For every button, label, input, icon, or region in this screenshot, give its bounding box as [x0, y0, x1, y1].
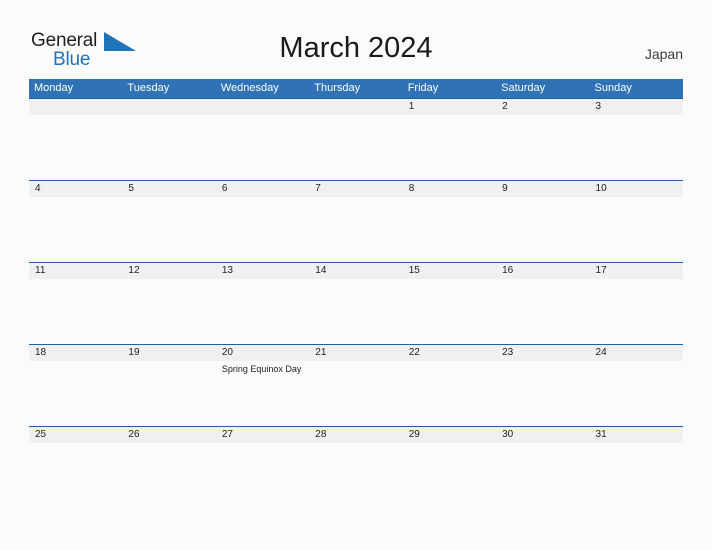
day-number-22[interactable]: 22 — [403, 345, 496, 361]
day-number-24[interactable]: 24 — [590, 345, 683, 361]
day-number-26[interactable]: 26 — [122, 427, 215, 443]
day-cell-empty — [590, 279, 683, 344]
day-cell-empty — [122, 361, 215, 426]
day-number-1[interactable]: 1 — [403, 99, 496, 115]
calendar-weeks: 1 2 3 4 5 6 7 8 9 10 11 12 13 14 15 16 17 18 19 20 21 22 23 24 S… — [29, 98, 683, 508]
day-number-empty — [216, 99, 309, 115]
day-number-9[interactable]: 9 — [496, 181, 589, 197]
page-header: General Blue March 2024 Japan — [0, 0, 712, 79]
day-number-13[interactable]: 13 — [216, 263, 309, 279]
day-cell-empty — [403, 443, 496, 508]
day-number-3[interactable]: 3 — [590, 99, 683, 115]
day-number-empty — [29, 99, 122, 115]
day-number-14[interactable]: 14 — [309, 263, 402, 279]
day-number-18[interactable]: 18 — [29, 345, 122, 361]
day-cell-empty — [496, 197, 589, 262]
day-cell-empty — [309, 443, 402, 508]
day-number-30[interactable]: 30 — [496, 427, 589, 443]
day-number-8[interactable]: 8 — [403, 181, 496, 197]
day-cell-empty — [590, 443, 683, 508]
weekday-header-thursday: Thursday — [314, 82, 361, 94]
day-cell-empty — [403, 279, 496, 344]
day-number-11[interactable]: 11 — [29, 263, 122, 279]
day-number-7[interactable]: 7 — [309, 181, 402, 197]
day-cell-empty — [496, 443, 589, 508]
day-cell-empty — [122, 443, 215, 508]
weekday-header-tuesday: Tuesday — [127, 82, 170, 94]
day-number-21[interactable]: 21 — [309, 345, 402, 361]
day-event-band: Spring Equinox Day — [29, 361, 683, 426]
day-cell-empty — [216, 115, 309, 180]
day-number-empty — [309, 99, 402, 115]
day-event-band — [29, 443, 683, 508]
day-cell-empty — [309, 279, 402, 344]
day-number-band: 123 — [29, 99, 683, 115]
calendar-week-row: 25 26 27 28 29 30 31 — [29, 426, 683, 508]
day-cell-empty — [29, 197, 122, 262]
day-number-23[interactable]: 23 — [496, 345, 589, 361]
day-number-band: 4 5 6 7 8 9 10 — [29, 181, 683, 197]
weekday-header-sunday: Sunday — [594, 82, 632, 94]
calendar-week-row: 4 5 6 7 8 9 10 — [29, 180, 683, 262]
country-label: Japan — [644, 46, 683, 62]
day-number-27[interactable]: 27 — [216, 427, 309, 443]
day-event-band — [29, 197, 683, 262]
day-number-29[interactable]: 29 — [403, 427, 496, 443]
day-cell-empty — [309, 115, 402, 180]
day-event-band — [29, 279, 683, 344]
day-cell-empty — [403, 361, 496, 426]
day-cell-empty — [309, 361, 402, 426]
day-cell-empty — [29, 279, 122, 344]
day-cell-empty — [216, 197, 309, 262]
page-title: March 2024 — [279, 32, 433, 64]
day-cell-empty — [590, 115, 683, 180]
calendar-grid: Monday Tuesday Wednesday Thursday Friday Satu… — [29, 79, 683, 508]
day-number-band: 25 26 27 28 29 30 31 — [29, 427, 683, 443]
day-cell-empty — [122, 197, 215, 262]
day-number-20[interactable]: 20 — [216, 345, 309, 361]
day-cell-empty — [496, 115, 589, 180]
day-cell-empty — [216, 279, 309, 344]
day-cell-empty — [29, 361, 122, 426]
day-cell-empty — [590, 361, 683, 426]
day-number-2[interactable]: 2 — [496, 99, 589, 115]
day-cell-empty — [590, 197, 683, 262]
day-number-5[interactable]: 5 — [122, 181, 215, 197]
day-number-17[interactable]: 17 — [590, 263, 683, 279]
day-event-20[interactable]: Spring Equinox Day — [216, 361, 309, 426]
day-cell-empty — [29, 115, 122, 180]
day-cell-empty — [403, 197, 496, 262]
day-number-16[interactable]: 16 — [496, 263, 589, 279]
day-number-12[interactable]: 12 — [122, 263, 215, 279]
day-number-band: 18 19 20 21 22 23 24 — [29, 345, 683, 361]
day-number-31[interactable]: 31 — [590, 427, 683, 443]
day-cell-empty — [403, 115, 496, 180]
day-number-4[interactable]: 4 — [29, 181, 122, 197]
day-cell-empty — [122, 279, 215, 344]
day-number-6[interactable]: 6 — [216, 181, 309, 197]
day-cell-empty — [122, 115, 215, 180]
weekday-header-monday: Monday — [34, 82, 74, 94]
day-cell-empty — [309, 197, 402, 262]
calendar-week-row: 18 19 20 21 22 23 24 Spring Equinox Day — [29, 344, 683, 426]
day-cell-empty — [496, 361, 589, 426]
day-number-28[interactable]: 28 — [309, 427, 402, 443]
day-number-band: 11 12 13 14 15 16 17 — [29, 263, 683, 279]
day-number-19[interactable]: 19 — [122, 345, 215, 361]
day-cell-empty — [496, 279, 589, 344]
day-cell-empty — [216, 443, 309, 508]
calendar-week-row: 11 12 13 14 15 16 17 — [29, 262, 683, 344]
day-event-band — [29, 115, 683, 180]
day-number-10[interactable]: 10 — [590, 181, 683, 197]
day-number-empty — [122, 99, 215, 115]
weekday-header-friday: Friday — [407, 82, 439, 94]
weekday-header-wednesday: Wednesday — [220, 82, 279, 94]
day-cell-empty — [29, 443, 122, 508]
day-number-25[interactable]: 25 — [29, 427, 122, 443]
calendar-week-row: 123 — [29, 98, 683, 180]
weekday-header-saturday: Saturday — [501, 82, 546, 94]
weekday-header-row: Monday Tuesday Wednesday Thursday Friday Satu… — [29, 79, 683, 98]
day-number-15[interactable]: 15 — [403, 263, 496, 279]
